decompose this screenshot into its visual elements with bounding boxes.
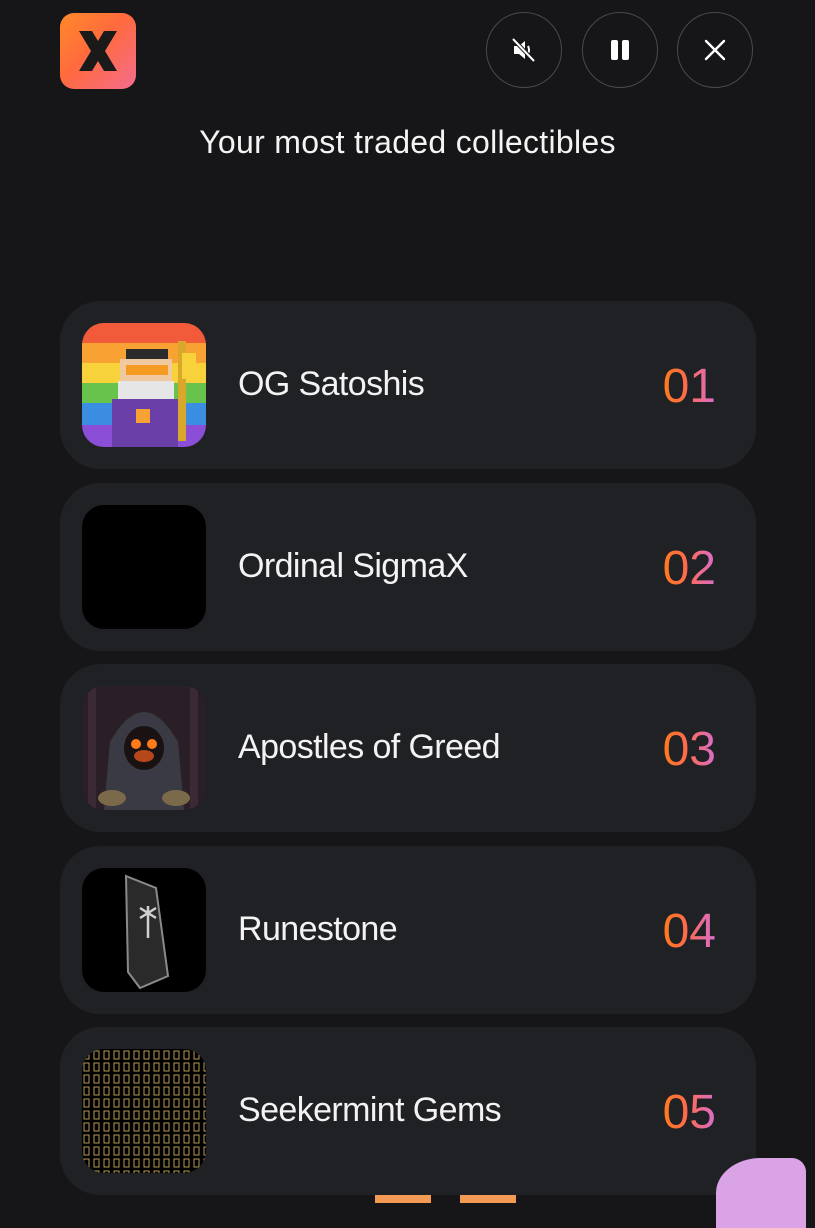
collection-name: Seekermint Gems [238, 1091, 502, 1129]
close-icon [704, 39, 726, 61]
speaker-muted-icon [511, 37, 536, 63]
collection-row[interactable]: Apostles of Greed 03 [60, 664, 756, 832]
collection-row[interactable]: Runestone 04 [60, 846, 756, 1014]
app-logo [60, 13, 136, 89]
decorative-blob [716, 1158, 806, 1228]
collection-rank: 05 [662, 1086, 716, 1139]
collection-row[interactable]: OG Satoshis 01 [60, 301, 756, 469]
close-button[interactable] [677, 12, 753, 88]
collection-name: Ordinal SigmaX [238, 547, 468, 585]
page-title: Your most traded collectibles [199, 124, 616, 160]
collection-row[interactable]: Seekermint Gems 05 [60, 1027, 756, 1195]
collection-name: Runestone [238, 910, 398, 948]
collection-rank: 02 [662, 542, 716, 595]
pause-icon [611, 40, 629, 60]
collection-rank: 01 [662, 360, 716, 413]
ordinal-sigmax-thumbnail [82, 505, 206, 629]
pause-button[interactable] [582, 12, 658, 88]
collection-name: Apostles of Greed [238, 728, 501, 766]
runestone-thumbnail [82, 868, 206, 992]
decorative-bar [460, 1195, 516, 1203]
collection-rank: 04 [662, 905, 716, 958]
collection-row[interactable]: Ordinal SigmaX 02 [60, 483, 756, 651]
mute-button[interactable] [486, 12, 562, 88]
seekermint-gems-thumbnail [82, 1049, 206, 1173]
og-satoshis-thumbnail [82, 323, 206, 447]
collection-name: OG Satoshis [238, 365, 425, 403]
x-logo-icon [79, 31, 117, 71]
decorative-bar [375, 1195, 431, 1203]
apostles-of-greed-thumbnail [82, 686, 206, 810]
collection-rank: 03 [662, 723, 716, 776]
